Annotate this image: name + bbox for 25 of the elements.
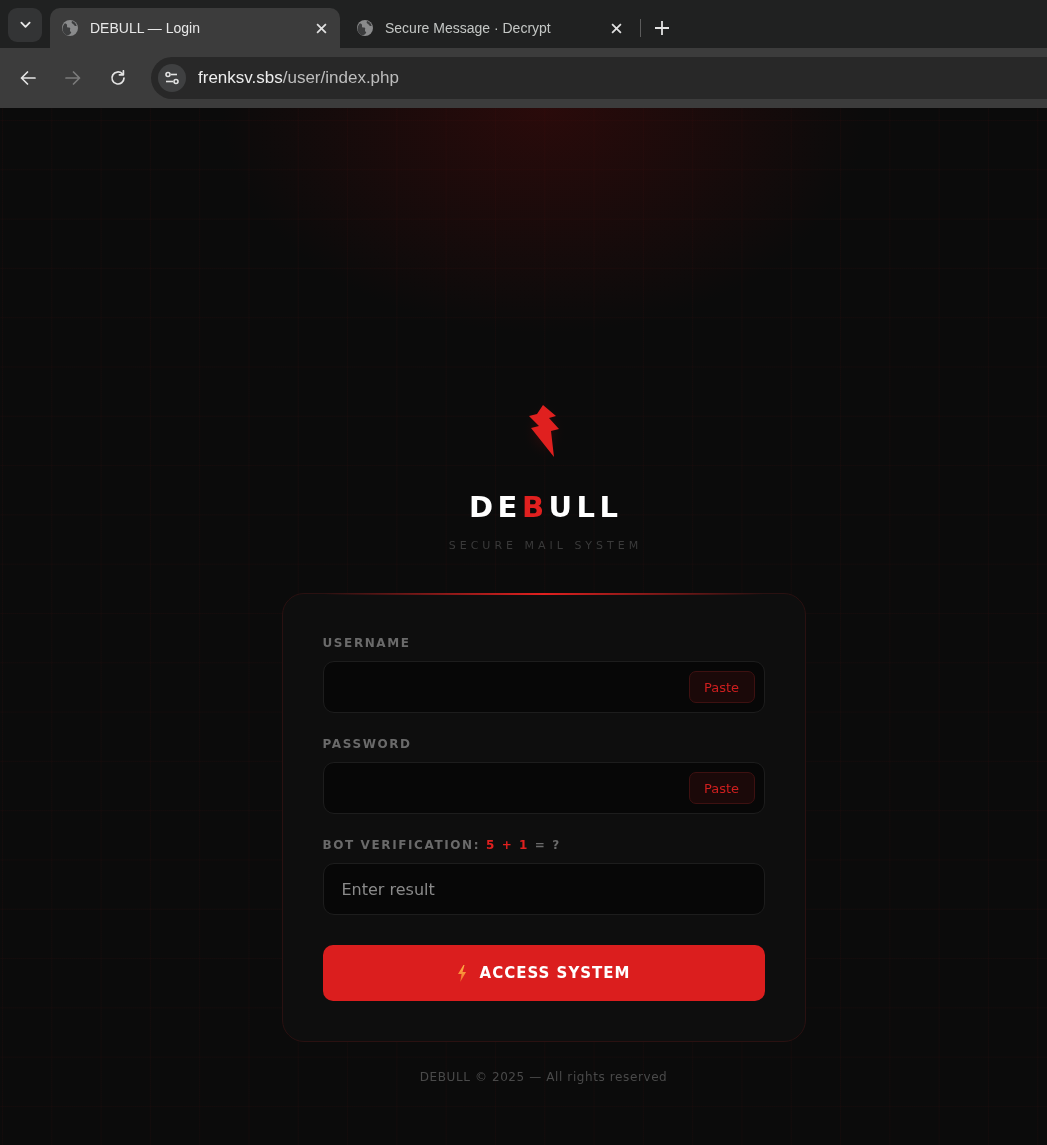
address-bar[interactable]: frenksv.sbs/user/index.php <box>151 57 1047 99</box>
globe-icon <box>62 20 78 36</box>
close-icon[interactable] <box>611 22 622 34</box>
chevron-down-icon <box>19 21 31 29</box>
input-field[interactable]: Paste <box>322 661 765 713</box>
paste-button[interactable]: Paste <box>688 772 755 804</box>
field-label: BOT VERIFICATION: 5 + 1 = ? <box>322 837 562 854</box>
field-label: USERNAME <box>322 635 412 652</box>
tab-search-button[interactable] <box>8 8 42 42</box>
globe-icon <box>357 20 373 36</box>
browser-tab[interactable]: Secure Message · Decrypt <box>345 8 635 48</box>
footer-text: DEBULL © 2025 — All rights reserved <box>419 1070 668 1084</box>
new-tab-icon[interactable] <box>655 21 669 35</box>
submit-button[interactable]: ACCESS SYSTEM <box>322 945 765 1001</box>
answer-field[interactable]: Enter result <box>322 863 765 915</box>
close-icon[interactable] <box>316 22 327 34</box>
input-field[interactable]: Paste <box>322 762 765 814</box>
lightning-bolt-icon <box>456 964 467 982</box>
brand-name: DE B ULL <box>468 489 623 526</box>
paste-button[interactable]: Paste <box>688 671 755 703</box>
field-label: PASSWORD <box>322 736 413 753</box>
reload-icon[interactable] <box>110 70 126 86</box>
browser-tab[interactable]: DEBULL — Login <box>50 8 340 48</box>
sliders-icon[interactable] <box>158 64 186 92</box>
back-icon[interactable] <box>20 70 36 86</box>
